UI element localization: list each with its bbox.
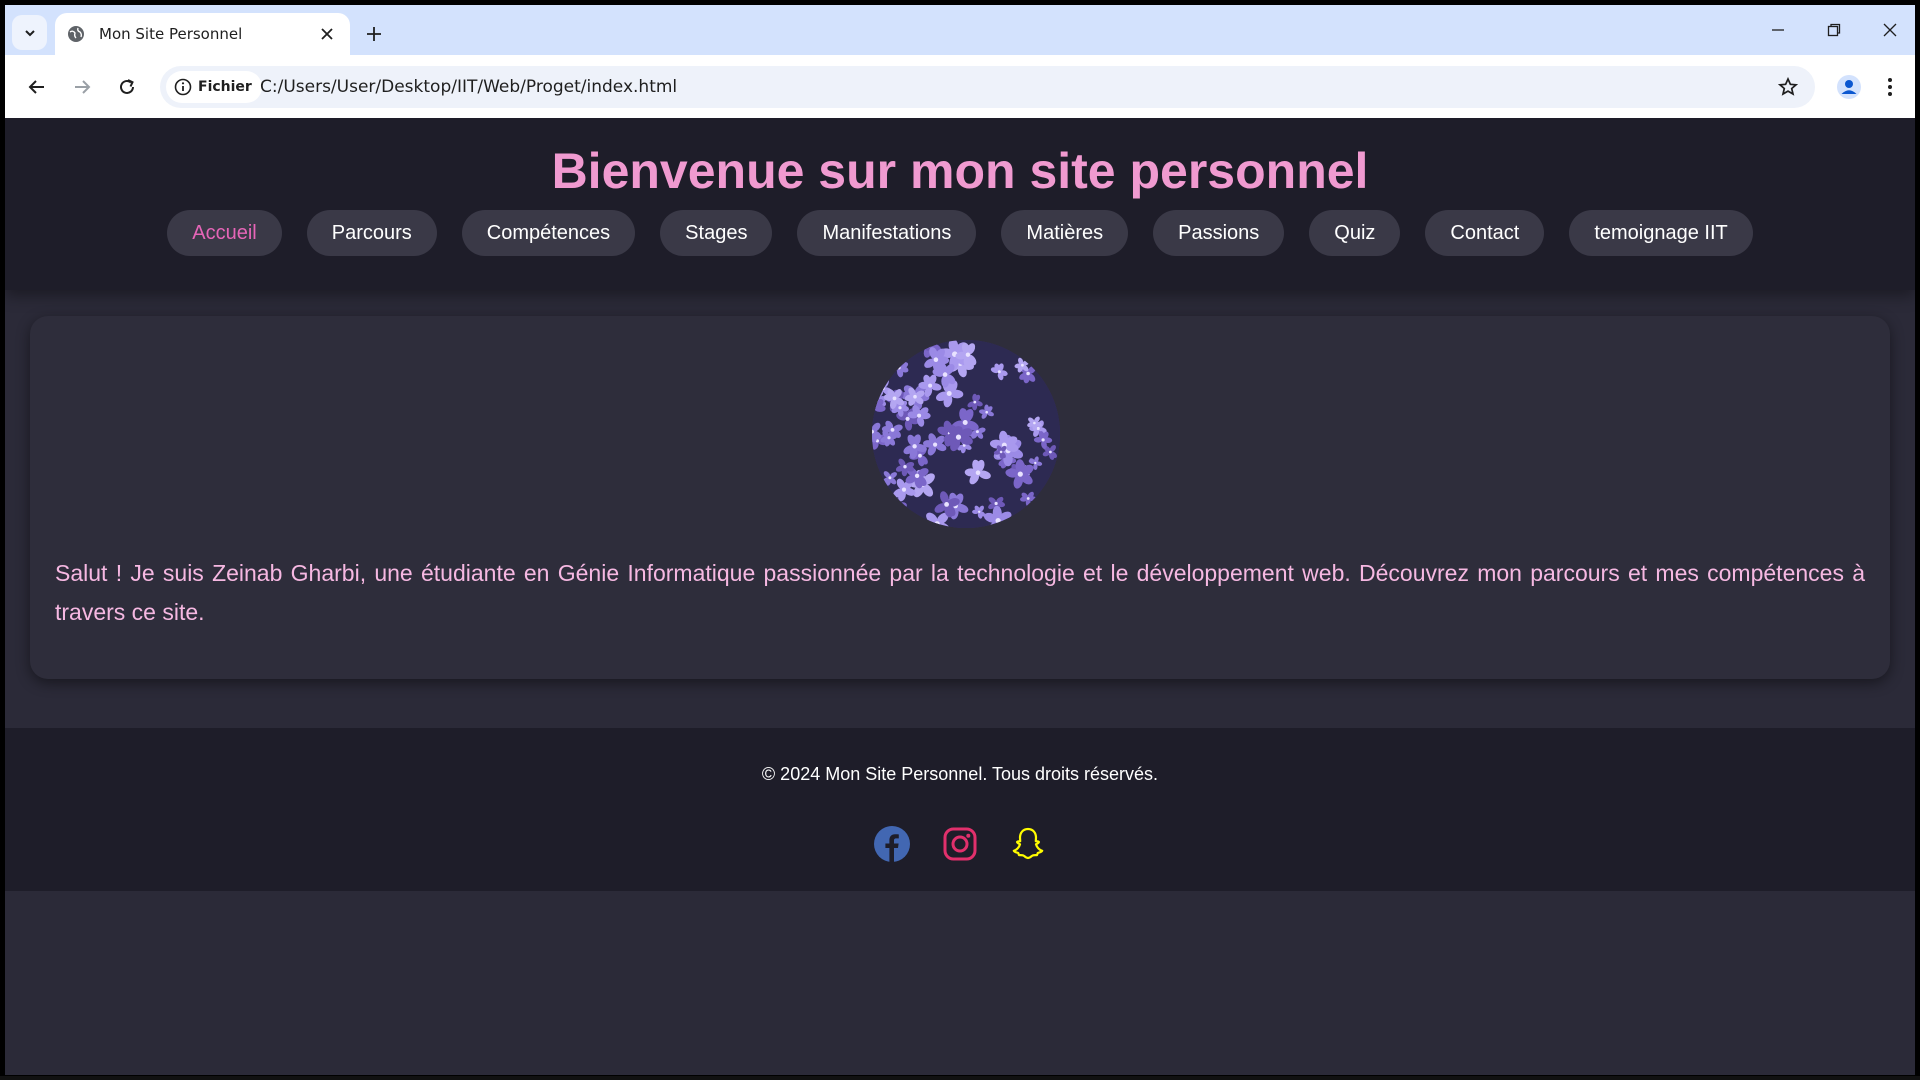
browser-tab[interactable]: Mon Site Personnel [55, 13, 350, 55]
back-button[interactable] [19, 69, 55, 105]
nav-item-quiz[interactable]: Quiz [1309, 210, 1401, 256]
close-icon [1883, 23, 1897, 37]
minimize-icon [1772, 29, 1784, 31]
snapchat-link[interactable] [1008, 824, 1048, 864]
taskbar-edge [0, 1076, 1920, 1080]
nav-item-competences[interactable]: Compétences [461, 210, 636, 256]
arrow-left-icon [28, 80, 44, 94]
restore-button[interactable] [1809, 13, 1859, 47]
tab-title: Mon Site Personnel [99, 25, 243, 43]
url-text[interactable]: C:/Users/User/Desktop/IIT/Web/Proget/ind… [260, 66, 677, 108]
profile-button[interactable] [1831, 69, 1867, 105]
browser-menu-button[interactable] [1875, 69, 1905, 105]
browser-window: Mon Site Personnel Fichier C:/Users/User… [5, 5, 1915, 1075]
arrow-right-icon [75, 80, 91, 94]
nav-item-accueil[interactable]: Accueil [167, 210, 282, 256]
minimize-button[interactable] [1753, 13, 1803, 47]
nav-item-temoignage[interactable]: temoignage IIT [1569, 210, 1753, 256]
nav-item-stages[interactable]: Stages [660, 210, 773, 256]
main-nav: Accueil Parcours Compétences Stages Mani… [5, 210, 1915, 256]
reload-icon [120, 79, 134, 94]
site-footer: © 2024 Mon Site Personnel. Tous droits r… [5, 728, 1915, 891]
close-tab-icon[interactable] [316, 23, 338, 45]
instagram-icon [943, 827, 977, 861]
intro-text: Salut ! Je suis Zeinab Gharbi, une étudi… [55, 560, 1865, 625]
reload-button[interactable] [109, 69, 145, 105]
tab-bar: Mon Site Personnel [5, 5, 1915, 55]
nav-item-contact[interactable]: Contact [1425, 210, 1545, 256]
instagram-link[interactable] [940, 824, 980, 864]
bookmark-button[interactable] [1773, 72, 1803, 102]
forward-button[interactable] [64, 69, 100, 105]
page-viewport: Bienvenue sur mon site personnel Accueil… [5, 118, 1915, 1075]
address-bar[interactable]: Fichier C:/Users/User/Desktop/IIT/Web/Pr… [160, 66, 1815, 108]
browser-toolbar: Fichier C:/Users/User/Desktop/IIT/Web/Pr… [5, 55, 1915, 118]
close-window-button[interactable] [1865, 13, 1915, 47]
page-title: Bienvenue sur mon site personnel [551, 143, 1369, 199]
chevron-down-icon [24, 29, 35, 36]
intro-card: Salut ! Je suis Zeinab Gharbi, une étudi… [30, 316, 1890, 679]
nav-item-matieres[interactable]: Matières [1001, 210, 1129, 256]
avatar-icon [1837, 75, 1861, 99]
tab-search-button[interactable] [12, 15, 47, 50]
restore-icon [1827, 23, 1841, 37]
site-header: Bienvenue sur mon site personnel Accueil… [5, 118, 1915, 290]
file-chip-label: Fichier [198, 79, 252, 95]
nav-item-manifestations[interactable]: Manifestations [797, 210, 977, 256]
new-tab-button[interactable] [359, 19, 389, 49]
copyright-text: © 2024 Mon Site Personnel. Tous droits r… [761, 764, 1159, 784]
star-icon [1778, 77, 1798, 96]
site-info-chip[interactable]: Fichier [166, 71, 262, 103]
globe-icon [67, 24, 87, 44]
more-vertical-icon [1888, 78, 1892, 96]
facebook-icon [874, 826, 910, 862]
info-icon [174, 78, 192, 96]
profile-photo [872, 340, 1060, 528]
nav-item-passions[interactable]: Passions [1153, 210, 1285, 256]
nav-item-parcours[interactable]: Parcours [306, 210, 437, 256]
plus-icon [367, 27, 381, 41]
social-links [5, 824, 1915, 864]
snapchat-icon [1012, 827, 1044, 860]
facebook-link[interactable] [872, 824, 912, 864]
